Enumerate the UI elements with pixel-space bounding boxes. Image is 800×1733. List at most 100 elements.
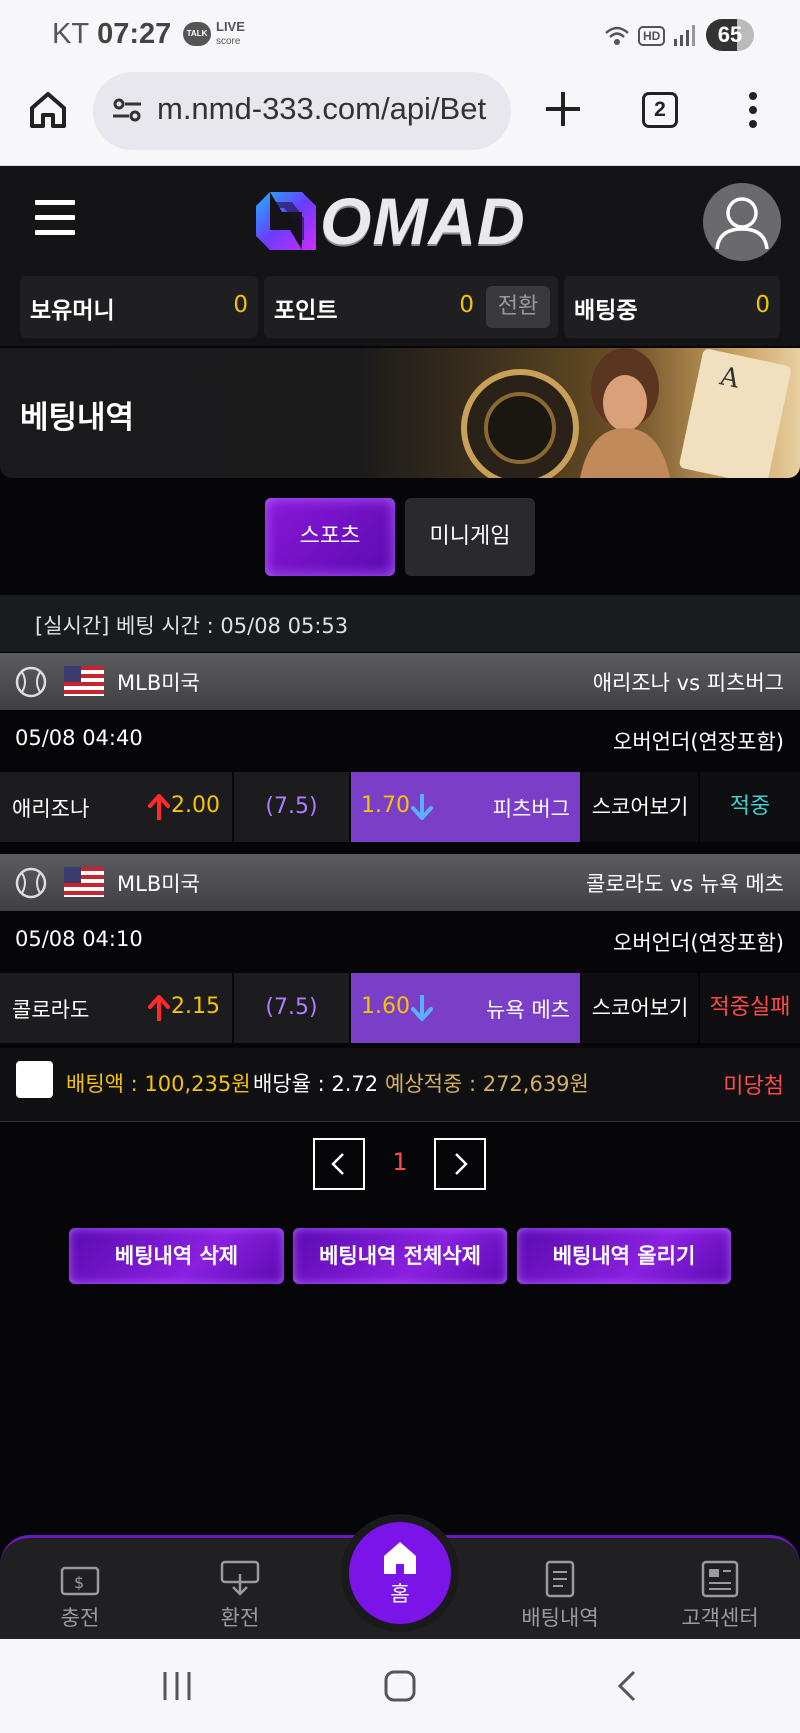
url-text[interactable]: m.nmd-333.com/api/Bet	[157, 91, 486, 127]
address-bar[interactable]: m.nmd-333.com/api/Bet	[93, 72, 511, 150]
nav-exchange[interactable]: 환전	[185, 1560, 295, 1632]
chevron-right-icon	[455, 1153, 468, 1175]
game-info-row: 05/08 04:10 오버언더(연장포함)	[0, 911, 800, 971]
withdraw-icon	[220, 1560, 260, 1596]
current-page[interactable]: 1	[380, 1148, 420, 1176]
more-menu-icon[interactable]	[740, 88, 766, 132]
battery-level: 65	[717, 22, 743, 47]
status-bar: KT 07:27 TALK LIVE score HD 65	[0, 0, 800, 68]
livescore-line2: score	[216, 36, 241, 47]
league-name: MLB미국	[117, 671, 200, 695]
banner-image: A	[461, 348, 791, 478]
nav-support[interactable]: 고객센터	[665, 1560, 775, 1632]
bet-time: [실시간] 베팅 시간 : 05/08 05:53	[35, 614, 349, 638]
chevron-left-icon	[331, 1153, 344, 1175]
page-title: 베팅내역	[20, 400, 135, 436]
score-view-button[interactable]: 스코어보기	[582, 973, 698, 1043]
home-team: 애리조나	[12, 797, 90, 821]
home-odd-cell[interactable]: 콜로라도 2.15	[0, 973, 232, 1043]
home-odd-cell[interactable]: 애리조나 2.00	[0, 772, 232, 842]
back-icon[interactable]	[612, 1669, 646, 1703]
kakaotalk-icon: TALK	[183, 22, 211, 46]
us-flag-icon	[64, 867, 104, 897]
menu-icon[interactable]	[35, 200, 75, 236]
market-type: 오버언더(연장포함)	[613, 931, 784, 955]
browser-home-icon[interactable]	[26, 88, 70, 132]
home-team: 콜로라도	[12, 998, 90, 1022]
betting-box: 배팅중 0	[564, 276, 780, 338]
away-odd-cell[interactable]: 1.60 뉴욕 메츠	[351, 973, 580, 1043]
nav-charge[interactable]: $ 충전	[25, 1560, 135, 1632]
delete-history-button[interactable]: 베팅내역 삭제	[69, 1228, 284, 1284]
nav-exchange-label: 환전	[220, 1606, 260, 1630]
post-history-button[interactable]: 베팅내역 올리기	[517, 1228, 731, 1284]
baseball-icon	[15, 666, 47, 698]
user-avatar-icon[interactable]	[703, 183, 781, 261]
away-odd: 1.70	[361, 793, 410, 818]
carrier-time: KT 07:27	[52, 18, 171, 51]
site-logo[interactable]: OMAD	[252, 188, 526, 254]
new-tab-icon[interactable]	[540, 86, 586, 132]
match-title: 콜로라도 vs 뉴욕 메츠	[586, 872, 784, 896]
wallet-icon: $	[60, 1566, 100, 1596]
signal-icon	[674, 25, 696, 46]
home-odd: 2.15	[171, 994, 220, 1019]
livescore-line1: LIVE	[216, 19, 245, 34]
betting-label: 배팅중	[574, 298, 638, 324]
site-settings-icon[interactable]	[111, 94, 143, 126]
delete-all-history-button[interactable]: 베팅내역 전체삭제	[293, 1228, 507, 1284]
arrow-down-icon	[411, 995, 433, 1021]
arrow-up-icon	[148, 995, 170, 1021]
nav-charge-label: 충전	[60, 1606, 100, 1630]
money-box: 보유머니 0	[20, 276, 258, 338]
logo-n-icon	[256, 192, 316, 250]
system-navigation	[0, 1639, 800, 1733]
nav-home-label: 홈	[390, 1582, 410, 1606]
next-page-button[interactable]	[434, 1138, 486, 1190]
nav-support-label: 고객센터	[681, 1606, 759, 1630]
odds-row: 콜로라도 2.15 (7.5) 1.60 뉴욕 메츠 스코어보기 적중실패	[0, 971, 800, 1045]
tab-switcher-button[interactable]: 2	[642, 92, 678, 128]
result-status: 적중실패	[700, 973, 800, 1043]
tab-minigame[interactable]: 미니게임	[405, 498, 535, 576]
nav-history-label: 배팅내역	[521, 1606, 599, 1630]
baseball-icon	[15, 867, 47, 899]
league-header: MLB미국 애리조나 vs 피츠버그	[0, 653, 800, 710]
game-datetime: 05/08 04:40	[15, 726, 143, 750]
tab-sports[interactable]: 스포츠	[265, 498, 395, 576]
dividend-rate: 배당율 : 2.72	[253, 1072, 379, 1096]
game-info-row: 05/08 04:40 오버언더(연장포함)	[0, 710, 800, 770]
expected-win: 예상적중 : 272,639원	[385, 1072, 589, 1096]
bet-time-bar: [실시간] 베팅 시간 : 05/08 05:53	[0, 595, 800, 652]
nav-home-button[interactable]: 홈	[349, 1522, 451, 1624]
bet-summary: 배팅액 : 100,235원 배당율 : 2.72 예상적중 : 272,639…	[0, 1048, 800, 1122]
livescore-icon: LIVE score	[216, 20, 245, 48]
logo-text: OMAD	[320, 184, 526, 258]
site-header: OMAD	[0, 166, 800, 272]
convert-button[interactable]: 전환	[486, 286, 550, 328]
document-icon	[545, 1560, 575, 1598]
odds-row: 애리조나 2.00 (7.5) 1.70 피츠버그 스코어보기 적중	[0, 770, 800, 844]
select-checkbox[interactable]	[16, 1061, 53, 1098]
bet-result: 미당첨	[723, 1074, 784, 1099]
away-team: 뉴욕 메츠	[486, 998, 570, 1022]
arrow-up-icon	[148, 794, 170, 820]
betting-value: 0	[755, 292, 770, 318]
hd-icon: HD	[638, 26, 666, 46]
money-label: 보유머니	[30, 298, 115, 324]
pagination: 1	[0, 1138, 800, 1190]
category-tabs: 스포츠 미니게임	[0, 478, 800, 592]
arrow-down-icon	[411, 794, 433, 820]
game-datetime: 05/08 04:10	[15, 927, 143, 951]
prev-page-button[interactable]	[313, 1138, 365, 1190]
wallet-bar: 보유머니 0 포인트 0 전환 배팅중 0	[0, 272, 800, 346]
score-view-button[interactable]: 스코어보기	[582, 772, 698, 842]
point-label: 포인트	[274, 298, 338, 324]
home-nav-icon[interactable]	[383, 1669, 417, 1703]
away-odd-cell[interactable]: 1.70 피츠버그	[351, 772, 580, 842]
nav-history[interactable]: 배팅내역	[505, 1560, 615, 1632]
carrier: KT	[52, 18, 90, 50]
recent-apps-icon[interactable]	[160, 1669, 194, 1703]
support-icon	[701, 1560, 739, 1598]
wifi-icon	[605, 26, 629, 45]
